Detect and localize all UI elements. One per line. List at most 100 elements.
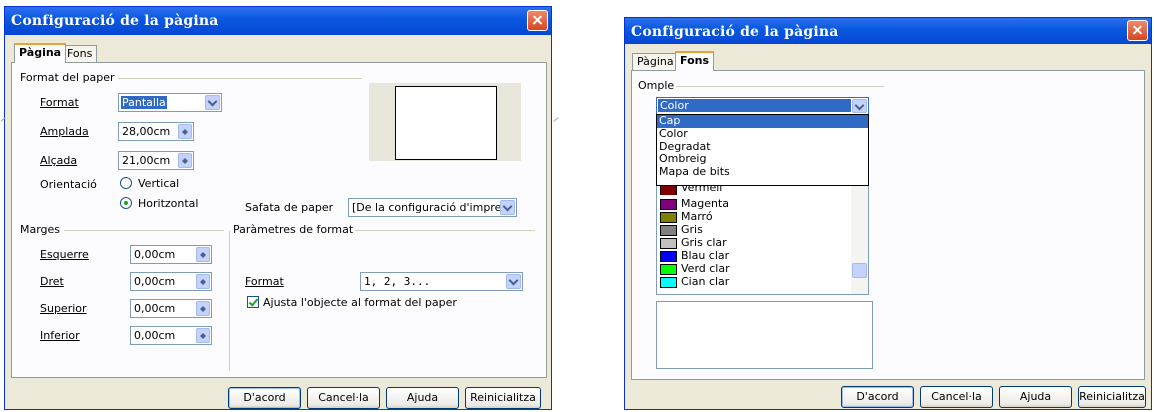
page-setup-dialog-right: Configuració de la pàgina Pàgina Fons Om… (624, 17, 1152, 410)
title-bar[interactable]: Configuració de la pàgina (625, 18, 1151, 44)
close-icon[interactable] (1127, 20, 1148, 41)
reset-button[interactable]: Reinicialitza (1078, 386, 1146, 408)
paper-tray-label: Safata de paper (245, 201, 334, 214)
chevron-down-icon[interactable] (500, 200, 515, 215)
width-label: Amplada (40, 125, 89, 138)
fit-to-paper-checkbox[interactable] (247, 296, 259, 308)
color-swatch (660, 237, 677, 249)
divider (64, 230, 224, 231)
tab-fons[interactable]: Fons (62, 45, 98, 62)
margin-top-spinbox[interactable]: 0,00cm (130, 299, 212, 318)
layout-settings-section-label: Paràmetres de format (233, 223, 354, 236)
horizontal-radio-label[interactable]: Horitzontal (138, 197, 198, 210)
page-preview (369, 83, 521, 161)
margin-bottom-label: Inferior (40, 329, 80, 342)
list-item[interactable]: Gris (660, 223, 703, 236)
list-item-label: Vermell (681, 186, 723, 194)
margin-top-label: Superior (40, 302, 87, 315)
paper-format-section-label: Format del paper (20, 71, 115, 84)
width-spinbox[interactable]: 28,00cm (118, 122, 194, 141)
color-swatch (660, 250, 677, 262)
color-swatch (660, 211, 677, 223)
color-swatch (660, 186, 677, 195)
chevron-down-icon[interactable] (852, 99, 867, 113)
tab-fons[interactable]: Fons (675, 51, 715, 71)
format-select[interactable]: Pantalla (118, 93, 222, 112)
divider (118, 78, 362, 79)
divider (229, 231, 230, 371)
margin-right-label: Dret (40, 275, 64, 288)
layout-format-select[interactable]: 1, 2, 3... (360, 272, 523, 291)
vertical-radio[interactable] (120, 177, 132, 189)
list-item-label: Magenta (681, 197, 730, 210)
dialog-title: Configuració de la pàgina (11, 13, 219, 29)
divider (355, 230, 535, 231)
color-swatch (660, 263, 677, 275)
reset-button[interactable]: Reinicialitza (465, 387, 541, 409)
list-item[interactable]: Blau clar (660, 249, 729, 262)
divider (676, 86, 884, 87)
list-item-label: Blau clar (681, 249, 730, 262)
margin-left-spinbox[interactable]: 0,00cm (130, 245, 212, 264)
fill-type-select[interactable]: Color (656, 97, 869, 115)
tab-panel: Format del paper Format Pantalla Amplada… (11, 62, 547, 378)
fill-section-label: Omple (638, 79, 675, 92)
margin-left-label: Esquerre (40, 248, 89, 261)
layout-format-label: Format (245, 275, 284, 288)
color-swatch (660, 198, 677, 210)
margin-right-spinbox[interactable]: 0,00cm (130, 272, 212, 291)
margins-section-label: Marges (20, 223, 61, 236)
list-item[interactable]: Gris clar (660, 236, 727, 249)
horizontal-radio[interactable] (120, 197, 132, 209)
color-swatch (660, 224, 677, 236)
help-button[interactable]: Ajuda (386, 387, 459, 409)
dropdown-option-none[interactable]: Cap (657, 114, 868, 128)
tab-panel: Omple Color Cap Color Degradat Ombreig M… (631, 70, 1145, 380)
spin-icon[interactable] (196, 328, 210, 343)
list-item[interactable]: Magenta (660, 197, 729, 210)
dialog-title: Configuració de la pàgina (631, 24, 839, 40)
list-item-label: Cian clar (681, 275, 730, 288)
page-setup-dialog-left: Configuració de la pàgina Pàgina Fons Fo… (4, 6, 552, 410)
title-bar[interactable]: Configuració de la pàgina (5, 7, 551, 35)
list-item[interactable]: Vermell (660, 186, 722, 195)
tab-pagina[interactable]: Pàgina (14, 43, 67, 63)
spin-icon[interactable] (178, 124, 192, 139)
color-swatch (660, 276, 677, 288)
spin-icon[interactable] (196, 274, 210, 289)
format-label: Format (40, 96, 79, 109)
chevron-down-icon[interactable] (506, 274, 521, 289)
orientation-label: Orientació (40, 178, 97, 191)
chevron-down-icon[interactable] (205, 95, 220, 110)
spin-icon[interactable] (178, 153, 192, 168)
dropdown-option-bitmap[interactable]: Mapa de bits (657, 165, 868, 179)
fill-type-dropdown[interactable]: Cap Color Degradat Ombreig Mapa de bits (656, 114, 869, 186)
ok-button[interactable]: D'acord (228, 387, 301, 409)
list-item-label: Gris clar (681, 236, 727, 249)
list-item[interactable]: Cian clar (660, 275, 729, 288)
close-icon[interactable] (527, 10, 548, 31)
height-label: Alçada (40, 154, 78, 167)
list-item[interactable]: Marró (660, 210, 713, 223)
vertical-radio-label[interactable]: Vertical (138, 177, 179, 190)
margin-bottom-spinbox[interactable]: 0,00cm (130, 326, 212, 345)
list-item[interactable]: Verd clar (660, 262, 730, 275)
help-button[interactable]: Ajuda (999, 386, 1072, 408)
cancel-button[interactable]: Cancel·la (920, 386, 993, 408)
ok-button[interactable]: D'acord (841, 386, 914, 408)
spin-icon[interactable] (196, 301, 210, 316)
tab-pagina[interactable]: Pàgina (632, 53, 679, 70)
height-spinbox[interactable]: 21,00cm (118, 151, 194, 170)
page-preview-sheet (395, 86, 497, 160)
scroll-down-icon[interactable] (852, 263, 867, 278)
color-preview-box (656, 301, 873, 369)
artifact-mark (553, 117, 559, 122)
spin-icon[interactable] (196, 247, 210, 262)
list-item-label: Verd clar (681, 262, 730, 275)
dropdown-option-color[interactable]: Color (657, 127, 868, 141)
cancel-button[interactable]: Cancel·la (307, 387, 380, 409)
list-item-label: Gris (681, 223, 703, 236)
fit-to-paper-label[interactable]: Ajusta l'objecte al format del paper (263, 296, 457, 309)
paper-tray-select[interactable]: [De la configuració d'impresso (348, 198, 517, 217)
list-item-label: Marró (681, 210, 713, 223)
